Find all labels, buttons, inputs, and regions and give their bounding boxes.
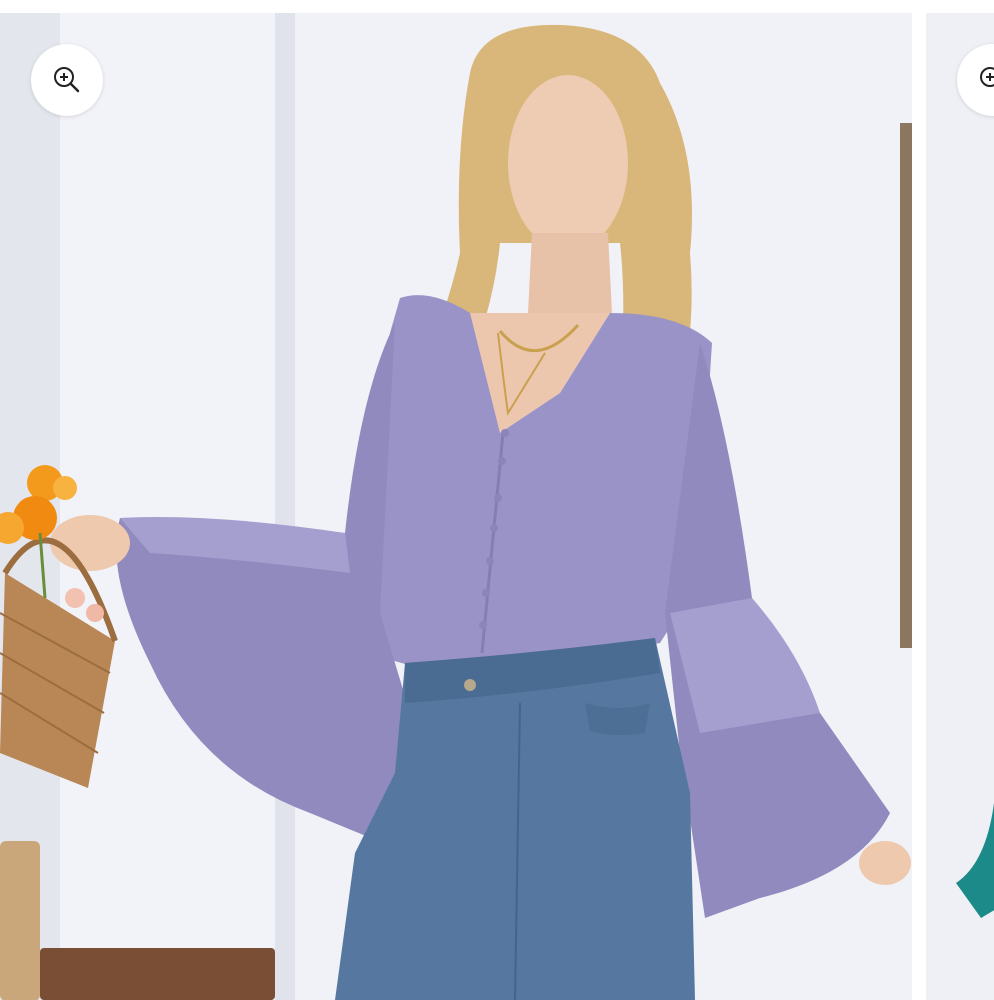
product-image-main[interactable] (0, 13, 912, 1000)
product-photo-next (926, 13, 994, 1000)
zoom-in-icon (54, 67, 80, 93)
product-photo (0, 13, 912, 1000)
product-image-carousel (0, 13, 994, 1000)
product-image-next[interactable] (926, 13, 994, 1000)
zoom-button[interactable] (31, 44, 103, 116)
zoom-in-icon (980, 67, 994, 87)
